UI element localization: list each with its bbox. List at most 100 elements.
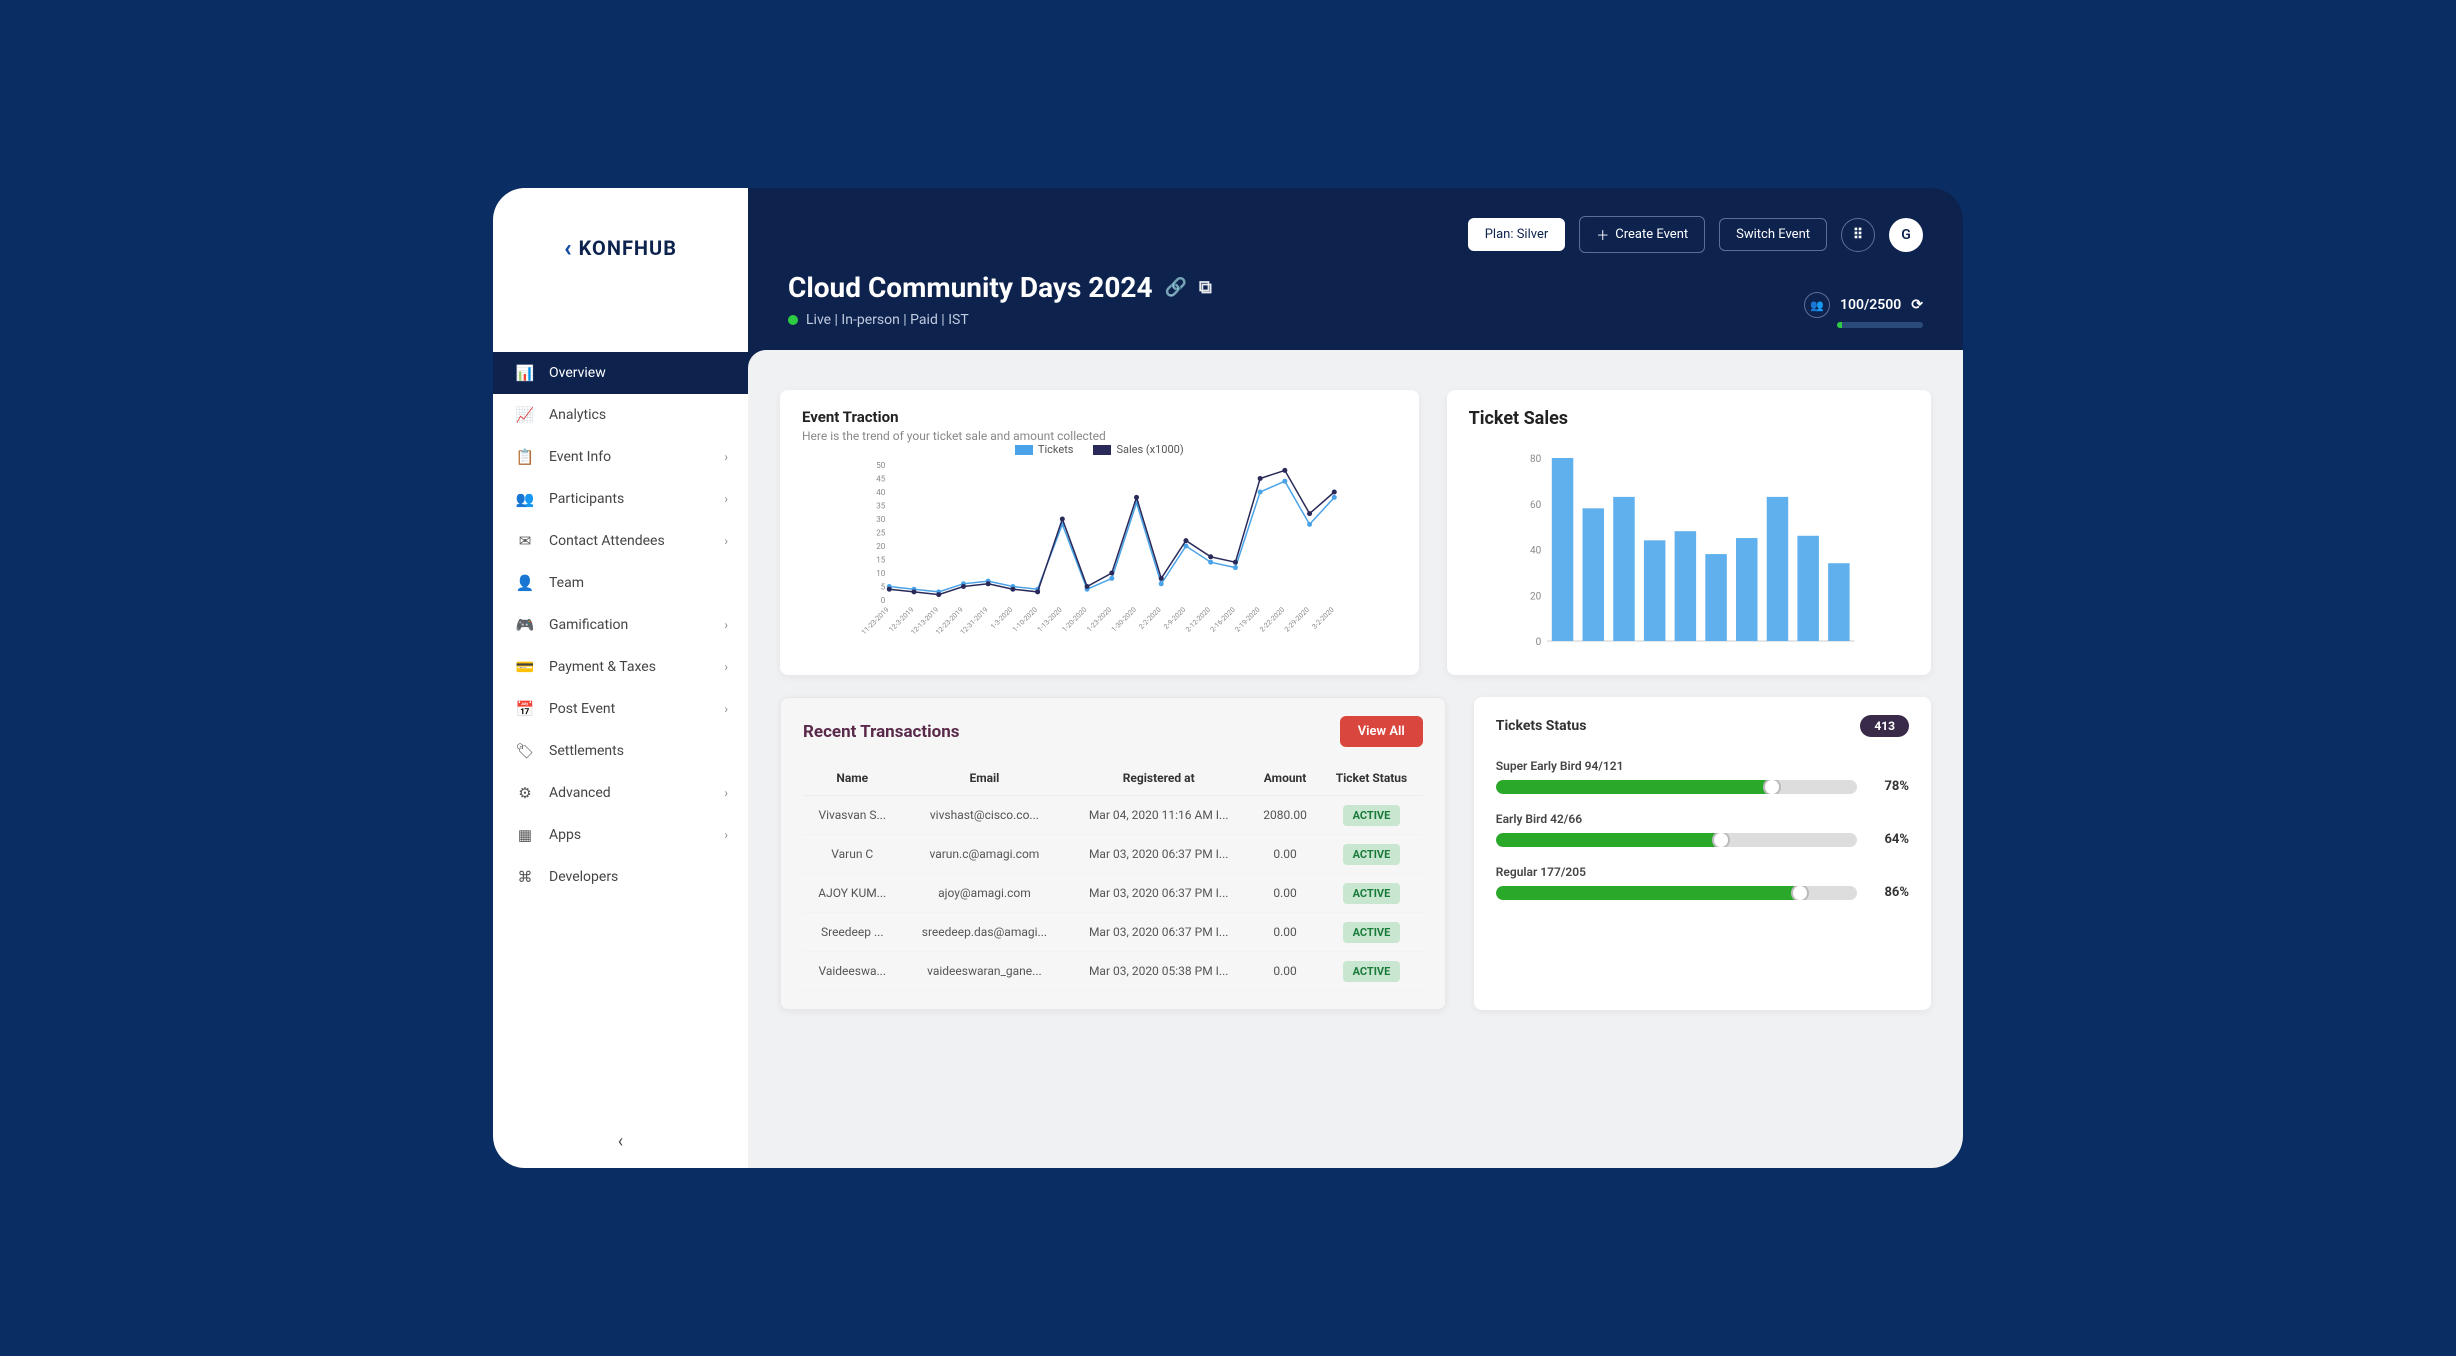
svg-text:2-22-2020: 2-22-2020: [1258, 606, 1286, 634]
svg-text:35: 35: [876, 502, 885, 511]
sidebar-item-event-info[interactable]: 📋Event Info›: [493, 436, 748, 478]
capacity-icon: 👥: [1804, 292, 1830, 318]
sidebar-item-developers[interactable]: ⌘Developers: [493, 856, 748, 898]
transactions-card: Recent Transactions View All Name Email …: [780, 697, 1446, 1010]
avatar[interactable]: G: [1889, 218, 1923, 252]
svg-text:25: 25: [876, 529, 885, 538]
sidebar-item-team[interactable]: 👤Team: [493, 562, 748, 604]
sidebar-item-settlements[interactable]: 🏷Settlements: [493, 730, 748, 772]
refresh-icon[interactable]: ⟳: [1911, 297, 1923, 313]
chevron-right-icon: ›: [724, 534, 728, 548]
event-title: Cloud Community Days 2024 🔗 ⧉: [788, 271, 1212, 304]
sidebar-collapse-button[interactable]: ‹: [493, 1115, 748, 1168]
ticket-status-item: Early Bird 42/6664%: [1496, 812, 1909, 847]
sidebar-item-gamification[interactable]: 🎮Gamification›: [493, 604, 748, 646]
svg-text:20: 20: [1530, 591, 1542, 602]
sidebar-item-apps[interactable]: ▦Apps›: [493, 814, 748, 856]
ts-label: Regular 177/205: [1496, 865, 1909, 879]
transactions-title: Recent Transactions: [803, 722, 960, 742]
cell-status: ACTIVE: [1320, 796, 1423, 835]
cell-reg: Mar 03, 2020 06:37 PM I...: [1067, 835, 1250, 874]
ts-bar: [1496, 780, 1857, 794]
ts-label: Early Bird 42/66: [1496, 812, 1909, 826]
svg-text:1-30-2020: 1-30-2020: [1110, 606, 1138, 634]
svg-text:40: 40: [876, 488, 885, 497]
cell-amount: 0.00: [1250, 874, 1320, 913]
th-amount: Amount: [1250, 761, 1320, 796]
table-row[interactable]: Varun Cvarun.c@amagi.comMar 03, 2020 06:…: [803, 835, 1423, 874]
table-row[interactable]: Vaideeswa...vaideeswaran_gane...Mar 03, …: [803, 952, 1423, 991]
ts-bar: [1496, 886, 1857, 900]
nav-label: Event Info: [549, 449, 611, 465]
table-row[interactable]: AJOY KUM...ajoy@amagi.comMar 03, 2020 06…: [803, 874, 1423, 913]
svg-text:11-23-2019: 11-23-2019: [860, 606, 891, 637]
traction-legend: Tickets Sales (x1000): [802, 443, 1397, 456]
svg-text:2-12-2020: 2-12-2020: [1184, 606, 1212, 634]
plan-badge[interactable]: Plan: Silver: [1468, 218, 1566, 251]
cell-reg: Mar 03, 2020 05:38 PM I...: [1067, 952, 1250, 991]
sidebar-item-participants[interactable]: 👥Participants›: [493, 478, 748, 520]
event-title-text: Cloud Community Days 2024: [788, 271, 1153, 304]
chevron-right-icon: ›: [724, 660, 728, 674]
cell-name: Vivasvan S...: [803, 796, 902, 835]
sidebar-item-overview[interactable]: 📊Overview: [493, 352, 748, 394]
cell-email: vaideeswaran_gane...: [902, 952, 1068, 991]
nav-label: Gamification: [549, 617, 628, 633]
view-all-button[interactable]: View All: [1340, 716, 1423, 747]
ticket-status-list: Super Early Bird 94/12178%Early Bird 42/…: [1496, 759, 1909, 900]
nav-label: Analytics: [549, 407, 606, 423]
nav-icon: ⚙: [513, 784, 537, 802]
sidebar-item-analytics[interactable]: 📈 Analytics: [493, 394, 748, 436]
nav-icon: 📈: [513, 406, 537, 424]
cell-name: AJOY KUM...: [803, 874, 902, 913]
table-row[interactable]: Vivasvan S...vivshast@cisco.co...Mar 04,…: [803, 796, 1423, 835]
svg-text:40: 40: [1530, 546, 1542, 557]
sidebar: ‹ KONFHUB 📊Overview 📈 Analytics 📋Event Info…: [493, 188, 748, 1168]
sidebar-item-payment-taxes[interactable]: 💳Payment & Taxes›: [493, 646, 748, 688]
th-email: Email: [902, 761, 1068, 796]
chevron-right-icon: ›: [724, 702, 728, 716]
status-badge: ACTIVE: [1343, 922, 1401, 943]
status-badge: ACTIVE: [1343, 883, 1401, 904]
switch-event-button[interactable]: Switch Event: [1719, 218, 1827, 251]
nav-icon: ▦: [513, 826, 537, 844]
logo[interactable]: ‹ KONFHUB: [493, 188, 748, 302]
svg-text:30: 30: [876, 515, 885, 524]
svg-text:20: 20: [876, 542, 885, 551]
apps-grid-icon[interactable]: ⠿: [1841, 218, 1875, 252]
chevron-right-icon: ›: [724, 828, 728, 842]
app-window: ‹ KONFHUB 📊Overview 📈 Analytics 📋Event Info…: [493, 188, 1963, 1168]
ts-bar: [1496, 833, 1857, 847]
chevron-right-icon: ›: [724, 786, 728, 800]
capacity-fill: [1837, 322, 1842, 328]
sales-chart: 020406080: [1469, 453, 1909, 653]
capacity-text: 100/2500: [1840, 297, 1901, 313]
sidebar-item-advanced[interactable]: ⚙Advanced›: [493, 772, 748, 814]
nav-icon: 💳: [513, 658, 537, 676]
status-badge: ACTIVE: [1343, 805, 1401, 826]
table-row[interactable]: Sreedeep ...sreedeep.das@amagi...Mar 03,…: [803, 913, 1423, 952]
nav-icon: 🎮: [513, 616, 537, 634]
svg-text:2-16-2020: 2-16-2020: [1209, 606, 1237, 634]
sidebar-item-post-event[interactable]: 📅Post Event›: [493, 688, 748, 730]
copy-icon[interactable]: ⧉: [1199, 277, 1212, 298]
sidebar-item-contact-attendees[interactable]: ✉Contact Attendees›: [493, 520, 748, 562]
cell-amount: 0.00: [1250, 835, 1320, 874]
logo-chevron-icon: ‹: [564, 234, 573, 262]
link-icon[interactable]: 🔗: [1165, 277, 1187, 298]
nav-label: Participants: [549, 491, 624, 507]
nav-label: Settlements: [549, 743, 624, 759]
ticket-status-title: Tickets Status: [1496, 718, 1587, 734]
svg-text:1-3-2020: 1-3-2020: [989, 606, 1014, 631]
status-dot-icon: [788, 315, 798, 325]
create-event-button[interactable]: ＋ Create Event: [1579, 216, 1705, 253]
ticket-sales-card: Ticket Sales 020406080: [1447, 390, 1931, 675]
svg-text:1-23-2020: 1-23-2020: [1085, 606, 1113, 634]
cell-name: Varun C: [803, 835, 902, 874]
ts-knob-icon: [1791, 886, 1809, 900]
cell-email: sreedeep.das@amagi...: [902, 913, 1068, 952]
plus-icon: ＋: [1596, 225, 1609, 244]
cell-reg: Mar 03, 2020 06:37 PM I...: [1067, 874, 1250, 913]
nav-icon: 📊: [513, 364, 537, 382]
th-status: Ticket Status: [1320, 761, 1423, 796]
